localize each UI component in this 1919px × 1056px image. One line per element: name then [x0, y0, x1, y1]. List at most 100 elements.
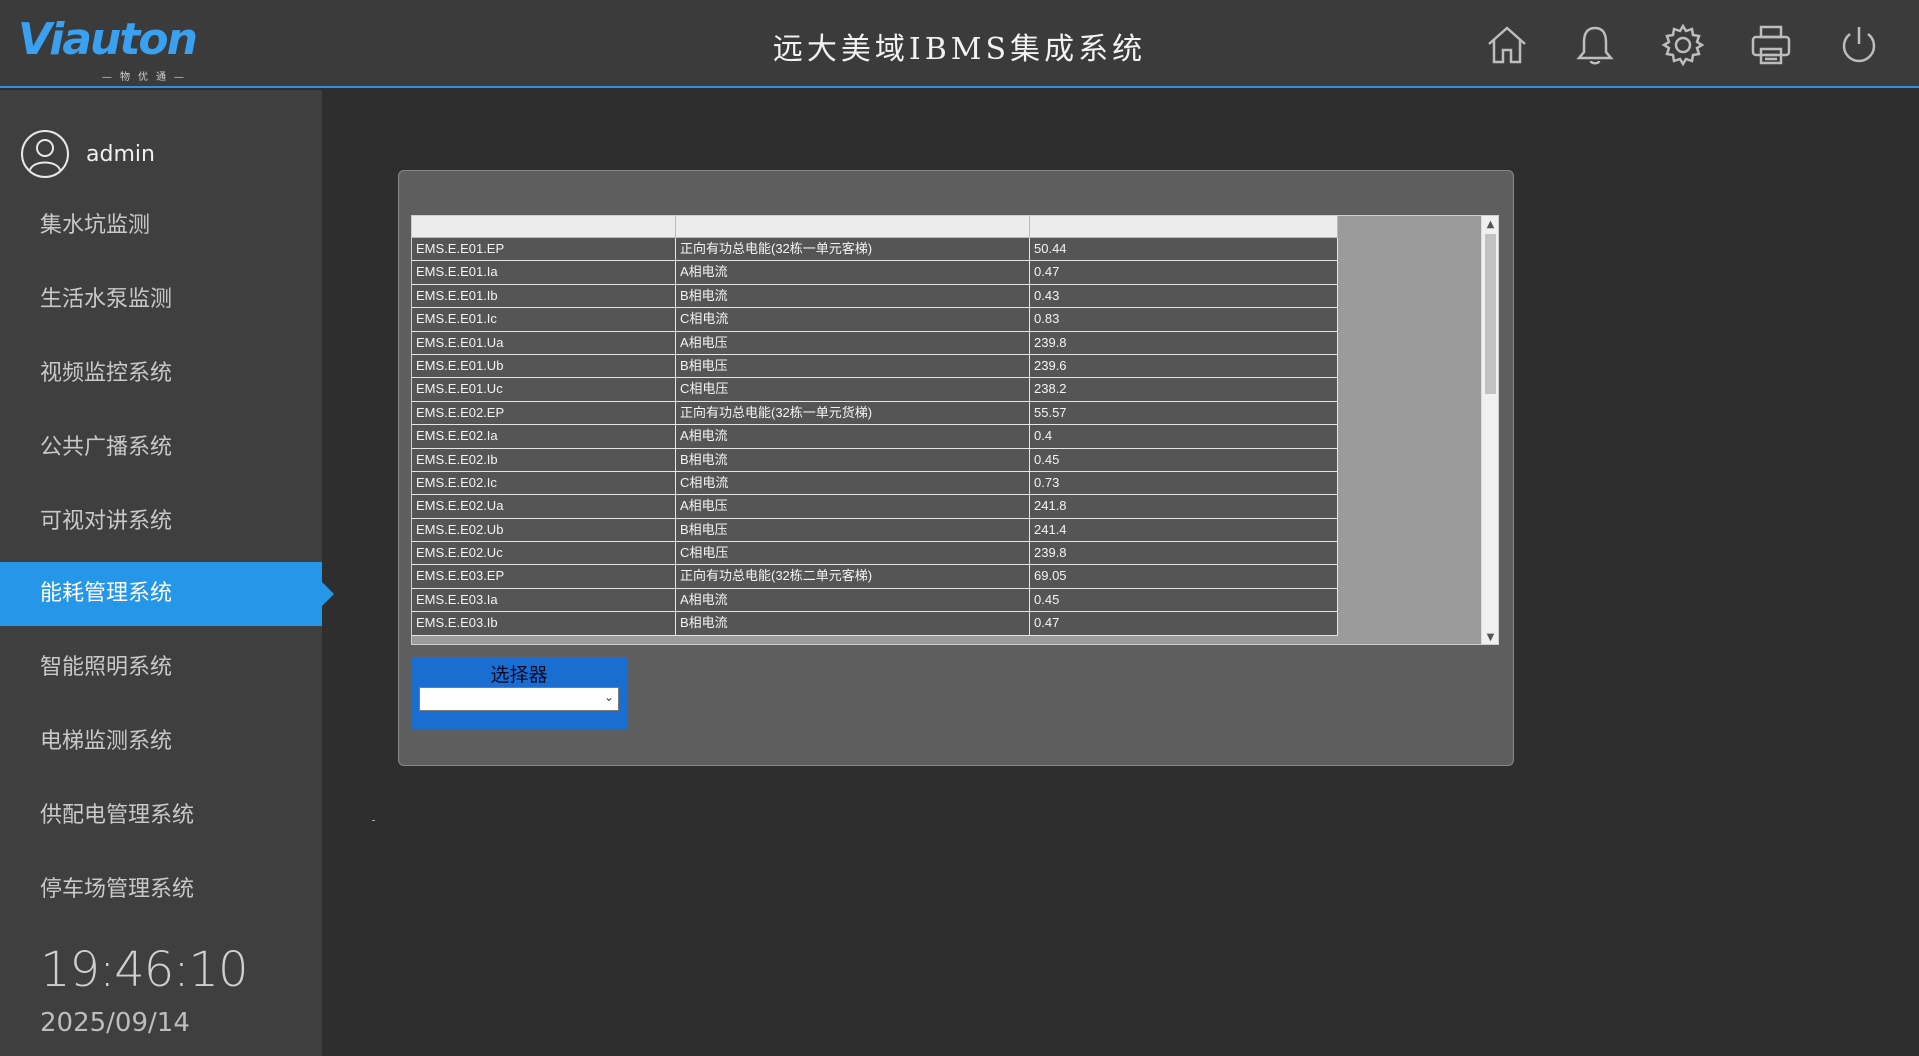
- table-cell: C相电流: [676, 471, 1030, 495]
- clock-date: 2025/09/14: [40, 1008, 190, 1038]
- table-cell: EMS.E.E02.Ia: [412, 425, 676, 448]
- grid-header-col-3[interactable]: [1030, 216, 1338, 237]
- clock-time: 19:46:10: [40, 942, 249, 998]
- table-cell: 50.44: [1030, 238, 1338, 261]
- grid-header-col-1[interactable]: [412, 216, 676, 237]
- app-title: 远大美域IBMS集成系统: [772, 32, 1147, 67]
- table-cell: EMS.E.E02.EP: [412, 401, 676, 425]
- table-cell: A相电流: [676, 425, 1030, 448]
- data-grid-body: EMS.E.E01.EP 正向有功总电能(32栋一单元客梯) 50.44 EMS.E.…: [412, 216, 1338, 644]
- sidebar-item-public-broadcast[interactable]: 公共广播系统: [0, 416, 322, 480]
- table-cell: EMS.E.E02.Ua: [412, 495, 676, 518]
- table-row[interactable]: EMS.E.E02.Ub B相电压 241.4: [412, 518, 1338, 543]
- table-cell: 0.47: [1030, 612, 1338, 635]
- data-grid[interactable]: EMS.E.E01.EP 正向有功总电能(32栋一单元客梯) 50.44 EMS.E.…: [411, 215, 1499, 645]
- grid-header-col-2[interactable]: [676, 216, 1030, 237]
- table-cell: B相电压: [676, 354, 1030, 378]
- table-cell: 0.73: [1030, 471, 1338, 495]
- table-cell: EMS.E.E02.Ub: [412, 518, 676, 542]
- table-cell: 0.43: [1030, 284, 1338, 308]
- table-cell: A相电流: [676, 588, 1030, 612]
- table-cell: B相电流: [676, 612, 1030, 635]
- sidebar-item-water-pump-monitoring[interactable]: 生活水泵监测: [0, 268, 322, 332]
- table-cell: A相电压: [676, 331, 1030, 354]
- table-cell: EMS.E.E01.Ub: [412, 354, 676, 378]
- table-cell: EMS.E.E01.Ua: [412, 331, 676, 354]
- table-cell: 0.4: [1030, 425, 1338, 448]
- table-cell: 239.6: [1030, 354, 1338, 378]
- logo-subtitle: —物优通—: [102, 72, 192, 83]
- table-row[interactable]: EMS.E.E02.EP 正向有功总电能(32栋一单元货梯) 55.57: [412, 401, 1338, 426]
- grid-header: [412, 216, 1338, 238]
- table-cell: EMS.E.E01.Uc: [412, 378, 676, 401]
- table-cell: 0.45: [1030, 448, 1338, 471]
- table-cell: C相电流: [676, 308, 1030, 331]
- table-cell: C相电压: [676, 378, 1030, 401]
- table-cell: EMS.E.E01.Ia: [412, 261, 676, 284]
- grid-rows: EMS.E.E01.EP 正向有功总电能(32栋一单元客梯) 50.44 EMS.E.…: [412, 238, 1338, 636]
- energy-panel: EMS.E.E01.EP 正向有功总电能(32栋一单元客梯) 50.44 EMS.E.…: [398, 170, 1514, 766]
- table-cell: EMS.E.E01.Ib: [412, 284, 676, 308]
- table-cell: 238.2: [1030, 378, 1338, 401]
- chevron-down-icon: ⌄: [603, 690, 614, 704]
- selector-label: 选择器: [490, 664, 548, 686]
- user-info[interactable]: admin: [20, 126, 155, 182]
- scroll-down-icon[interactable]: ▼: [1482, 629, 1498, 644]
- table-cell: EMS.E.E01.Ic: [412, 308, 676, 331]
- table-row[interactable]: EMS.E.E02.Ia A相电流 0.4: [412, 425, 1338, 449]
- table-cell: 241.8: [1030, 495, 1338, 518]
- home-icon[interactable]: [1484, 22, 1530, 68]
- bell-icon[interactable]: [1572, 22, 1618, 68]
- gear-icon[interactable]: [1660, 22, 1706, 68]
- table-cell: 正向有功总电能(32栋二单元客梯): [676, 565, 1030, 588]
- table-cell: A相电流: [676, 261, 1030, 284]
- top-header: Viauton —物优通— 远大美域IBMS集成系统: [0, 0, 1919, 88]
- table-row[interactable]: EMS.E.E01.EP 正向有功总电能(32栋一单元客梯) 50.44: [412, 238, 1338, 262]
- power-icon[interactable]: [1836, 22, 1882, 68]
- table-row[interactable]: EMS.E.E02.Ic C相电流 0.73: [412, 471, 1338, 496]
- table-row[interactable]: EMS.E.E02.Ib B相电流 0.45: [412, 448, 1338, 472]
- table-cell: EMS.E.E03.EP: [412, 565, 676, 588]
- table-cell: 239.8: [1030, 542, 1338, 565]
- table-cell: EMS.E.E01.EP: [412, 238, 676, 261]
- table-cell: 正向有功总电能(32栋一单元客梯): [676, 238, 1030, 261]
- username: admin: [86, 141, 155, 167]
- table-cell: 正向有功总电能(32栋一单元货梯): [676, 401, 1030, 425]
- sidebar-item-power-distribution[interactable]: 供配电管理系统: [0, 784, 322, 848]
- table-cell: B相电流: [676, 284, 1030, 308]
- printer-icon[interactable]: [1748, 22, 1794, 68]
- scroll-up-icon[interactable]: ▲: [1482, 216, 1498, 233]
- stray-mark: [372, 820, 375, 821]
- user-avatar-icon: [21, 130, 69, 178]
- table-row[interactable]: EMS.E.E01.Uc C相电压 238.2: [412, 378, 1338, 402]
- table-row[interactable]: EMS.E.E02.Uc C相电压 239.8: [412, 542, 1338, 566]
- table-cell: EMS.E.E02.Ic: [412, 471, 676, 495]
- table-cell: EMS.E.E02.Ib: [412, 448, 676, 471]
- sidebar-item-elevator-monitoring[interactable]: 电梯监测系统: [0, 710, 322, 774]
- grid-vertical-scrollbar[interactable]: ▲ ▼: [1481, 216, 1498, 644]
- selector-dropdown[interactable]: ⌄: [419, 687, 619, 711]
- sidebar-item-energy-management[interactable]: 能耗管理系统: [0, 562, 334, 626]
- table-row[interactable]: EMS.E.E03.EP 正向有功总电能(32栋二单元客梯) 69.05: [412, 565, 1338, 589]
- table-cell: B相电流: [676, 448, 1030, 471]
- table-row[interactable]: EMS.E.E01.Ub B相电压 239.6: [412, 354, 1338, 379]
- sidebar-item-video-intercom[interactable]: 可视对讲系统: [0, 490, 322, 554]
- table-cell: 0.83: [1030, 308, 1338, 331]
- table-cell: 0.47: [1030, 261, 1338, 284]
- sidebar-item-smart-lighting[interactable]: 智能照明系统: [0, 636, 322, 700]
- table-row[interactable]: EMS.E.E01.Ib B相电流 0.43: [412, 284, 1338, 309]
- sidebar: admin 集水坑监测 生活水泵监测 视频监控系统 公共广播系统 可视对讲系统 …: [0, 90, 334, 1056]
- table-row[interactable]: EMS.E.E01.Ia A相电流 0.47: [412, 261, 1338, 285]
- table-row[interactable]: EMS.E.E01.Ua A相电压 239.8: [412, 331, 1338, 355]
- sidebar-item-sump-monitoring[interactable]: 集水坑监测: [0, 194, 322, 258]
- scroll-thumb[interactable]: [1485, 234, 1496, 394]
- table-row[interactable]: EMS.E.E01.Ic C相电流 0.83: [412, 308, 1338, 332]
- table-cell: 69.05: [1030, 565, 1338, 588]
- table-row[interactable]: EMS.E.E03.Ib B相电流 0.47: [412, 612, 1338, 636]
- sidebar-item-parking-management[interactable]: 停车场管理系统: [0, 858, 322, 922]
- table-cell: EMS.E.E03.Ib: [412, 612, 676, 635]
- table-row[interactable]: EMS.E.E03.Ia A相电流 0.45: [412, 588, 1338, 613]
- table-row[interactable]: EMS.E.E02.Ua A相电压 241.8: [412, 495, 1338, 519]
- sidebar-item-video-surveillance[interactable]: 视频监控系统: [0, 342, 322, 406]
- table-cell: EMS.E.E02.Uc: [412, 542, 676, 565]
